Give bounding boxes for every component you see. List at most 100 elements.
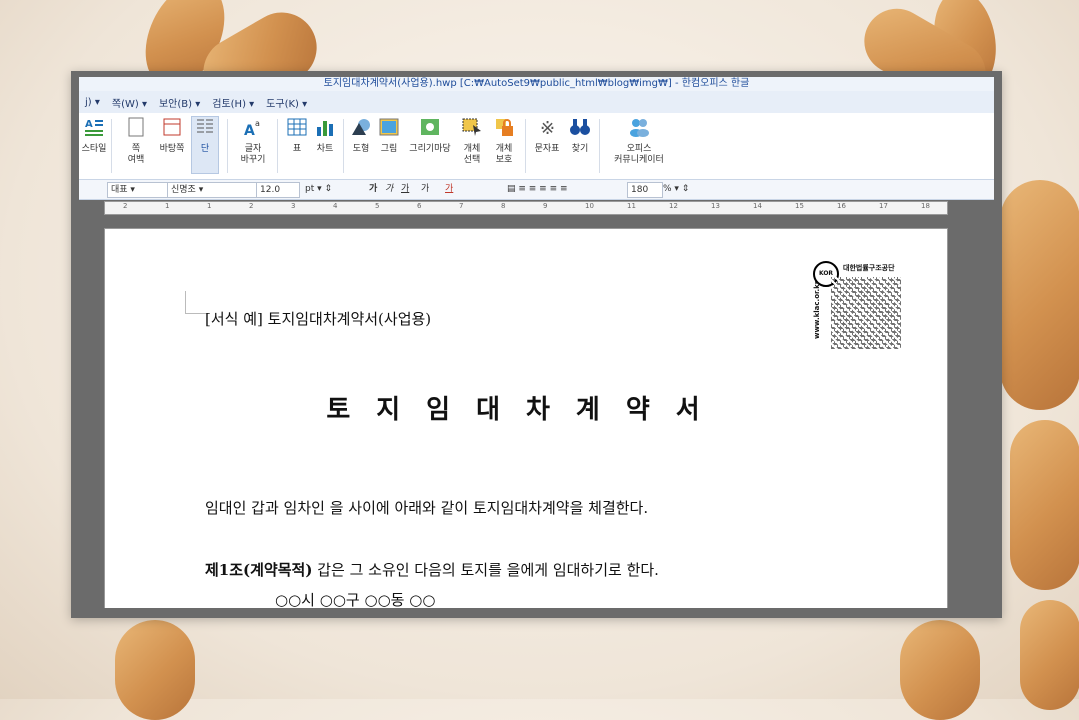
style-select[interactable]: 대표 ▾: [107, 182, 169, 198]
line-spacing-unit[interactable]: % ▾ ⇕: [663, 182, 689, 196]
font-select[interactable]: 신명조 ▾: [167, 182, 257, 198]
binoculars-icon: [570, 119, 590, 135]
hwp-window: 토지임대차계약서(사업용).hwp [C:₩AutoSet9₩public_ht…: [71, 71, 1002, 618]
align-buttons[interactable]: ▤ ≡ ≡ ≡ ≡ ≡: [507, 182, 568, 196]
ruler-number: 2: [123, 202, 128, 210]
find-button[interactable]: 찾기: [567, 117, 593, 155]
image-button[interactable]: 그림: [377, 117, 401, 155]
ruler-number: 12: [669, 202, 678, 210]
svg-text:A: A: [85, 119, 93, 130]
shape-button[interactable]: 도형: [349, 117, 373, 155]
chart-label: 차트: [316, 144, 334, 154]
menu-item-page[interactable]: 쪽(W) ▾: [106, 95, 153, 110]
ruler-number: 1: [165, 202, 170, 210]
mannequin-leg-right: [1010, 420, 1079, 590]
document-header-line: [서식 예] 토지임대차계약서(사업용): [205, 310, 432, 328]
page-border-button[interactable]: 바탕쪽: [155, 117, 189, 155]
italic-button[interactable]: 가: [385, 182, 393, 196]
ruler-number: 17: [879, 202, 888, 210]
mannequin-body-right: [1000, 180, 1079, 410]
object-protect-label-2: 보호: [495, 155, 513, 165]
table-button[interactable]: 표: [285, 117, 309, 155]
object-select-label-2: 선택: [463, 155, 481, 165]
document-area[interactable]: [서식 예] 토지임대차계약서(사업용) KOR 대한법률구조공단 www.kl…: [79, 215, 994, 608]
column-button[interactable]: 단: [191, 116, 219, 174]
mannequin-foot-right: [1020, 600, 1079, 710]
char-map-icon: ※: [540, 118, 555, 139]
paragraph-intro: 임대인 갑과 임차인 을 사이에 아래와 같이 토지임대차계약을 체결한다.: [205, 499, 649, 517]
page-border-icon: [163, 118, 181, 136]
char-change-button[interactable]: Aa 글자 바꾸기: [234, 117, 272, 166]
ruler-number: 14: [753, 202, 762, 210]
ruler-number: 18: [921, 202, 930, 210]
drawing-gallery-icon: [421, 119, 439, 135]
strike-button[interactable]: 가: [421, 182, 429, 196]
article-1-text: 갑은 그 소유인 다음의 토지를 을에게 임대하기로 한다.: [312, 561, 659, 579]
menu-item-review[interactable]: 검토(H) ▾: [206, 95, 260, 110]
style-label: 스타일: [81, 144, 107, 154]
underline-button[interactable]: 가: [401, 182, 409, 196]
ribbon-separator: [111, 119, 112, 173]
paragraph-article-1: 제1조(계약목적) 갑은 그 소유인 다음의 토지를 을에게 임대하기로 한다.: [205, 559, 659, 580]
page-margin-button[interactable]: 쪽 여백: [121, 117, 151, 166]
shape-icon: [352, 119, 370, 135]
char-map-label: 문자표: [534, 144, 560, 154]
column-label: 단: [200, 144, 210, 154]
chart-button[interactable]: 차트: [313, 117, 337, 155]
paragraph-address: ○○시 ○○구 ○○동 ○○: [275, 591, 436, 608]
font-unit-select[interactable]: pt ▾ ⇕: [305, 182, 332, 196]
table-label: 표: [292, 144, 302, 154]
page-border-label: 바탕쪽: [159, 144, 185, 154]
bold-button[interactable]: 가: [369, 182, 377, 196]
object-select-icon: [462, 118, 481, 136]
font-unit-value: pt: [305, 184, 315, 194]
object-select-button[interactable]: 개체 선택: [459, 117, 485, 166]
ruler-number: 16: [837, 202, 846, 210]
char-map-button[interactable]: ※ 문자표: [531, 117, 563, 155]
menu-item-tools[interactable]: 도구(K) ▾: [260, 95, 313, 110]
klac-logo: KOR 대한법률구조공단 www.klac.or.kr: [811, 259, 901, 349]
ruler-number: 1: [207, 202, 212, 210]
menu-item-input[interactable]: j) ▾: [79, 97, 106, 108]
font-size-value: 12.0: [260, 185, 281, 195]
article-1-heading: 제1조(계약목적): [205, 561, 313, 579]
object-protect-label: 개체: [495, 144, 513, 154]
font-size-input[interactable]: 12.0: [256, 182, 300, 198]
klac-url: www.klac.or.kr: [813, 280, 821, 339]
svg-text:A: A: [244, 123, 255, 137]
ruler-number: 9: [543, 202, 548, 210]
line-spacing-input[interactable]: 180: [627, 182, 663, 198]
ribbon-separator: [599, 119, 600, 173]
office-communicator-button[interactable]: 오피스 커뮤니케이터: [607, 117, 671, 166]
office-communicator-label-2: 커뮤니케이터: [614, 155, 664, 165]
format-toolbar: 대표 ▾ 신명조 ▾ 12.0 pt ▾ ⇕ 가 가 가 가 가 ▤ ≡ ≡ ≡…: [79, 180, 994, 200]
ruler-number: 10: [585, 202, 594, 210]
mannequin-leg-center: [900, 620, 980, 720]
chart-icon: [317, 121, 333, 136]
ribbon-separator: [343, 119, 344, 173]
page-margin-label-2: 여백: [127, 155, 145, 165]
menu-bar: j) ▾ 쪽(W) ▾ 보안(B) ▾ 검토(H) ▾ 도구(K) ▾: [79, 91, 994, 114]
document-page[interactable]: [서식 예] 토지임대차계약서(사업용) KOR 대한법률구조공단 www.kl…: [104, 228, 948, 608]
ruler-number: 2: [249, 202, 254, 210]
menu-item-security[interactable]: 보안(B) ▾: [153, 95, 206, 110]
document-title: 토지임대차계약서: [326, 395, 726, 425]
ruler-number: 7: [459, 202, 464, 210]
page-icon: [128, 117, 144, 137]
object-protect-button[interactable]: 개체 보호: [489, 117, 519, 166]
image-icon: [379, 118, 399, 136]
char-change-icon: Aa: [244, 119, 260, 139]
ribbon-separator: [227, 119, 228, 173]
window-title: 토지임대차계약서(사업용).hwp [C:₩AutoSet9₩public_ht…: [79, 77, 994, 91]
svg-text:※: ※: [540, 118, 555, 137]
font-select-value: 신명조: [171, 185, 196, 195]
horizontal-ruler[interactable]: 2 1 1 2 3 4 5 6 7 8 9 10 11 12 13 14 15 16 17 18: [104, 201, 948, 215]
shape-label: 도형: [352, 144, 370, 154]
drawing-gallery-button[interactable]: 그리기마당: [405, 117, 455, 155]
lock-icon: [496, 119, 513, 136]
ribbon-toolbar: A 스타일 쪽 여백 바탕쪽 단 Aa 글자 바꾸기 표 차트 도형 그림 그리…: [79, 113, 994, 180]
mannequin-leg-left: [115, 620, 195, 720]
char-change-label-2: 바꾸기: [240, 155, 266, 165]
style-button[interactable]: A 스타일: [81, 117, 107, 155]
font-color-button[interactable]: 가: [445, 182, 453, 196]
